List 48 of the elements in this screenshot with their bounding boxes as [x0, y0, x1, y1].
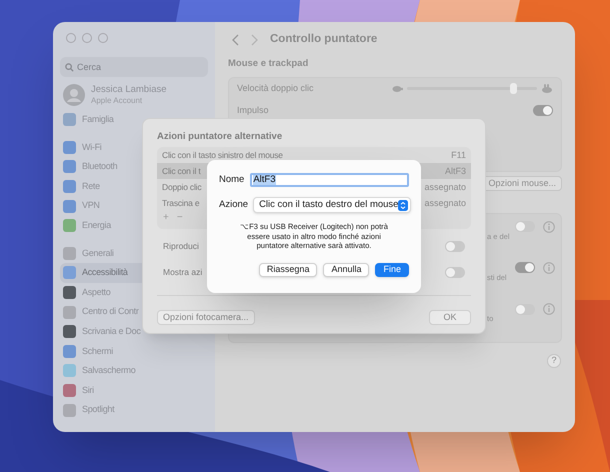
ok-button[interactable]: OK [429, 310, 471, 326]
sheet-title: Azioni puntatore alternative [157, 130, 284, 144]
page-title: Controllo puntatore [270, 32, 378, 47]
sidebar-item[interactable]: Schermi [60, 342, 208, 362]
toggle-switch[interactable] [445, 266, 465, 278]
zoom-window-icon[interactable] [98, 33, 108, 43]
shortcut-label: assegnato [424, 180, 466, 194]
option-label: Riproduci [163, 240, 199, 253]
back-icon[interactable] [232, 34, 239, 46]
toggle-switch[interactable] [445, 240, 465, 252]
field-label: Azione [219, 198, 248, 212]
slider-thumb[interactable] [510, 83, 518, 94]
rabbit-icon [541, 84, 553, 94]
search-field[interactable]: Cerca [60, 57, 208, 77]
dialog-button[interactable]: Fine [375, 262, 409, 277]
action-row[interactable]: Clic con il tasto sinistro del mouse F11 [157, 147, 471, 164]
account-name: Jessica Lambiase [91, 84, 167, 95]
forward-icon[interactable] [251, 34, 258, 46]
name-field[interactable]: AltF3 [250, 173, 409, 188]
sidebar-item[interactable]: Salvaschermo [60, 361, 208, 381]
sidebar-item[interactable]: Spotlight [60, 400, 208, 420]
shortcut-label: F11 [451, 148, 466, 162]
close-window-icon[interactable] [66, 33, 76, 43]
field-label: Nome [219, 173, 244, 187]
sidebar-item[interactable]: Siri [60, 380, 208, 400]
help-button[interactable]: ? [547, 354, 561, 368]
avatar-icon [63, 84, 85, 106]
info-icon[interactable] [543, 303, 555, 316]
setting-label: Velocità doppio clic [237, 82, 314, 95]
toggle-switch[interactable] [515, 262, 535, 274]
shortcut-label: AltF3 [444, 164, 466, 178]
toggle-switch[interactable] [533, 105, 553, 116]
search-icon [65, 62, 74, 72]
setting-label: Impulso [237, 104, 269, 117]
info-icon[interactable] [543, 220, 555, 232]
toggle-switch[interactable] [515, 221, 535, 232]
stepper-icon [398, 200, 408, 211]
toggle-switch[interactable] [515, 304, 535, 315]
option-label: Mostra azi [163, 266, 202, 279]
remove-button[interactable]: − [176, 213, 183, 224]
add-button[interactable]: + [163, 213, 169, 224]
minimize-window-icon[interactable] [82, 33, 92, 43]
section-title: Mouse e trackpad [228, 57, 310, 72]
dialog-button[interactable]: Annulla [323, 262, 370, 277]
camera-options-button[interactable]: Opzioni fotocamera... [157, 310, 255, 326]
info-icon[interactable] [543, 262, 555, 274]
dialog-button[interactable]: Riassegna [258, 262, 318, 277]
action-select[interactable]: Clic con il tasto destro del mouse [253, 197, 412, 214]
